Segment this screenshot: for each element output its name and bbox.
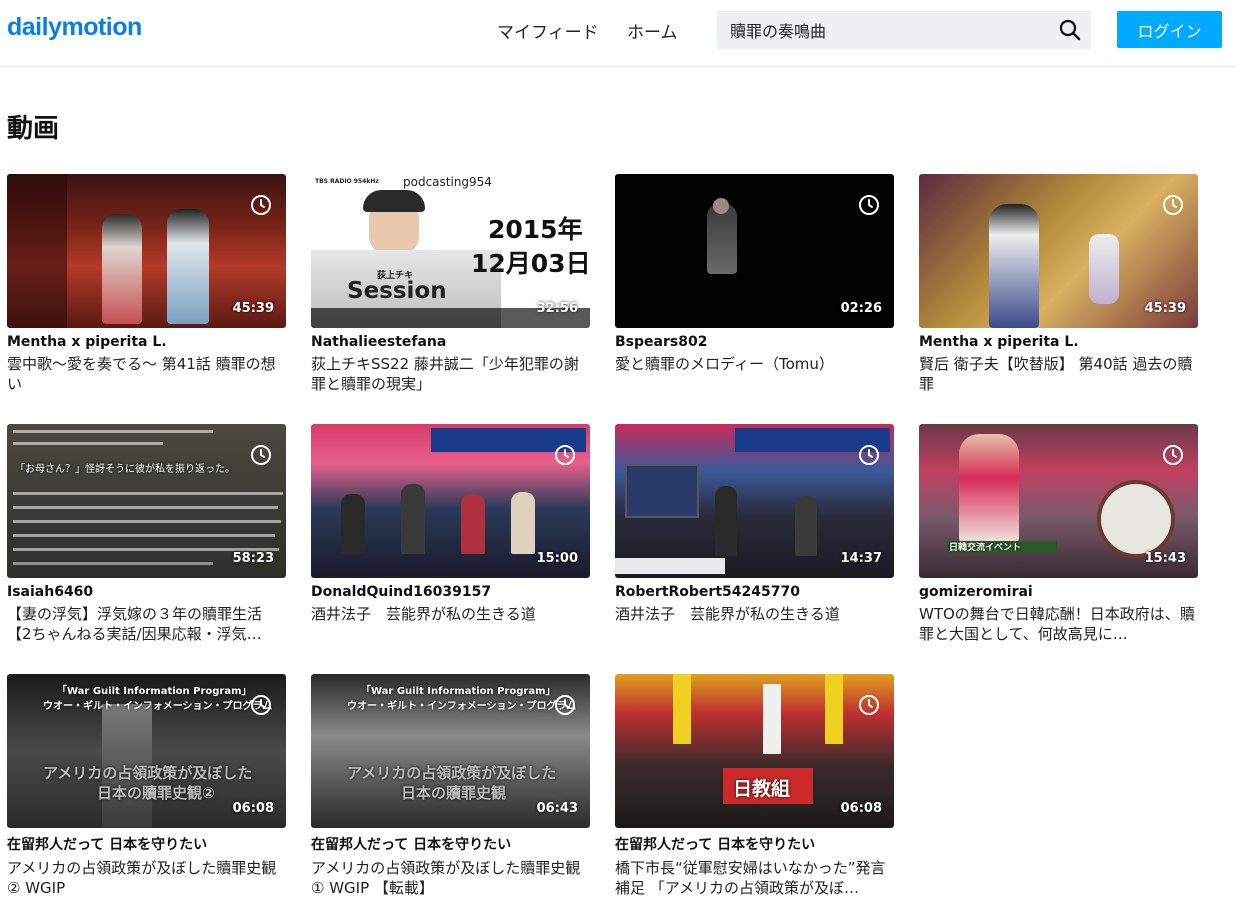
video-title[interactable]: アメリカの占領政策が及ぼした贖罪史観② WGIP [7,858,286,898]
video-duration: 06:43 [536,801,578,816]
thumb-text: 日教組 [733,778,791,800]
video-card[interactable]: 45:39 Mentha x piperita L. 雲中歌～愛を奏でる～ 第4… [7,174,286,404]
channel-name[interactable]: 在留邦人だって 日本を守りたい [7,834,286,854]
video-thumbnail[interactable]: 「War Guilt Information Program」 ウオー・ギルト・… [311,674,590,828]
watch-later-icon[interactable] [1162,194,1184,216]
video-duration: 58:23 [232,551,274,566]
video-duration: 06:08 [840,801,882,816]
channel-name[interactable]: RobertRobert54245770 [615,584,894,600]
search-icon [1059,19,1081,41]
watch-later-icon[interactable] [250,694,272,716]
thumb-text: TBS RADIO 954kHz [315,178,379,185]
nav-my-feed[interactable]: マイフィード [497,18,599,43]
thumb-text: podcasting954 [403,175,492,189]
video-title[interactable]: 橋下市長“従軍慰安婦はいなかった”発言補足 「アメリカの占領政策が及ぼ… [615,858,894,898]
video-title[interactable]: 愛と贖罪のメロディー（Tomu） [615,354,894,374]
thumb-text: 2015年 [488,215,583,244]
video-duration: 45:39 [1144,301,1186,316]
video-card[interactable]: 02:26 Bspears802 愛と贖罪のメロディー（Tomu） [615,174,894,404]
search-input[interactable] [717,11,1047,49]
dailymotion-logo[interactable]: dailymotion [7,13,142,42]
video-thumbnail[interactable]: 02:26 [615,174,894,328]
video-title[interactable]: 酒井法子 芸能界が私の生きる道 [311,604,590,624]
video-thumbnail[interactable]: 日教組 06:08 [615,674,894,828]
channel-name[interactable]: 在留邦人だって 日本を守りたい [311,834,590,854]
video-duration: 14:37 [840,551,882,566]
thumb-text: 「War Guilt Information Program」 [361,686,556,697]
video-thumbnail[interactable]: 45:39 [919,174,1198,328]
thumb-text: アメリカの占領政策が及ぼした [43,764,253,782]
video-thumbnail[interactable]: 日韓交流イベント 15:43 [919,424,1198,578]
search-button[interactable] [1057,17,1083,43]
channel-name[interactable]: Isaiah6460 [7,584,286,600]
video-card[interactable]: 「War Guilt Information Program」 ウオー・ギルト・… [7,674,286,904]
thumb-text: 日本の贖罪史観② [97,784,215,802]
video-title[interactable]: 賢后 衛子夫【吹替版】 第40話 過去の贖罪 [919,354,1198,394]
channel-name[interactable]: DonaldQuind16039157 [311,584,590,600]
video-title[interactable]: 荻上チキSS22 藤井誠二「少年犯罪の謝罪と贖罪の現実」 [311,354,590,394]
video-title[interactable]: WTOの舞台で日韓応酬！日本政府は、贖罪と大国として、何故高見に… [919,604,1198,644]
thumb-text: アメリカの占領政策が及ぼした [347,764,557,782]
thumb-text: 12月03日 [471,249,590,278]
video-title[interactable]: 酒井法子 芸能界が私の生きる道 [615,604,894,624]
video-duration: 45:39 [232,301,274,316]
channel-name[interactable]: 在留邦人だって 日本を守りたい [615,834,894,854]
watch-later-icon[interactable] [1162,444,1184,466]
video-thumbnail[interactable]: 14:37 [615,424,894,578]
watch-later-icon[interactable] [858,694,880,716]
video-card[interactable]: 日韓交流イベント 15:43 gomizeromirai WTOの舞台で日韓応酬… [919,424,1198,654]
video-title[interactable]: 【妻の浮気】浮気嫁の３年の贖罪生活【2ちゃんねる実話/因果応報・浮気… [7,604,286,644]
video-duration: 15:43 [1144,551,1186,566]
video-card[interactable]: 15:00 DonaldQuind16039157 酒井法子 芸能界が私の生きる… [311,424,590,654]
search-box [717,11,1091,49]
watch-later-icon[interactable] [858,194,880,216]
thumb-text: Session [347,278,447,304]
video-title[interactable]: 雲中歌～愛を奏でる～ 第41話 贖罪の想い [7,354,286,394]
channel-name[interactable]: gomizeromirai [919,584,1198,600]
thumb-text: 「お母さん？」怪訝そうに彼が私を振り返った。 [15,464,235,475]
watch-later-icon[interactable] [250,444,272,466]
video-duration: 02:26 [840,301,882,316]
nav-home[interactable]: ホーム [627,18,678,43]
channel-name[interactable]: Mentha x piperita L. [919,334,1198,350]
watch-later-icon[interactable] [554,444,576,466]
video-card[interactable]: TBS RADIO 954kHz podcasting954 2015年 12月… [311,174,590,404]
watch-later-icon[interactable] [250,194,272,216]
thumb-text: ウオー・ギルト・インフォメーション・プログラム [347,701,577,712]
video-duration: 32:56 [536,301,578,316]
video-card[interactable]: 14:37 RobertRobert54245770 酒井法子 芸能界が私の生き… [615,424,894,654]
video-title[interactable]: アメリカの占領政策が及ぼした贖罪史観① WGIP 【転載】 [311,858,590,898]
video-thumbnail[interactable]: 「お母さん？」怪訝そうに彼が私を振り返った。 58:23 [7,424,286,578]
video-card[interactable]: 45:39 Mentha x piperita L. 賢后 衛子夫【吹替版】 第… [919,174,1198,404]
video-thumbnail[interactable]: 45:39 [7,174,286,328]
video-thumbnail[interactable]: TBS RADIO 954kHz podcasting954 2015年 12月… [311,174,590,328]
thumb-text: ウオー・ギルト・インフォメーション・プログラム [43,701,273,712]
video-duration: 15:00 [536,551,578,566]
video-thumbnail[interactable]: 「War Guilt Information Program」 ウオー・ギルト・… [7,674,286,828]
section-title-videos: 動画 [7,114,60,144]
video-grid: 45:39 Mentha x piperita L. 雲中歌～愛を奏でる～ 第4… [7,174,1207,904]
video-thumbnail[interactable]: 15:00 [311,424,590,578]
thumb-text: 日韓交流イベント [949,543,1022,553]
login-button[interactable]: ログイン [1117,11,1222,48]
watch-later-icon[interactable] [858,444,880,466]
video-duration: 06:08 [232,801,274,816]
top-header: dailymotion マイフィード ホーム ログイン [0,0,1236,67]
channel-name[interactable]: Mentha x piperita L. [7,334,286,350]
video-card[interactable]: 「War Guilt Information Program」 ウオー・ギルト・… [311,674,590,904]
channel-name[interactable]: Bspears802 [615,334,894,350]
channel-name[interactable]: Nathalieestefana [311,334,590,350]
video-card[interactable]: 日教組 06:08 在留邦人だって 日本を守りたい 橋下市長“従軍慰安婦はいなか… [615,674,894,904]
video-card[interactable]: 「お母さん？」怪訝そうに彼が私を振り返った。 58:23 Isaiah6460 … [7,424,286,654]
thumb-text: 「War Guilt Information Program」 [57,686,252,697]
thumb-text: 日本の贖罪史観 [401,784,507,802]
watch-later-icon[interactable] [554,694,576,716]
